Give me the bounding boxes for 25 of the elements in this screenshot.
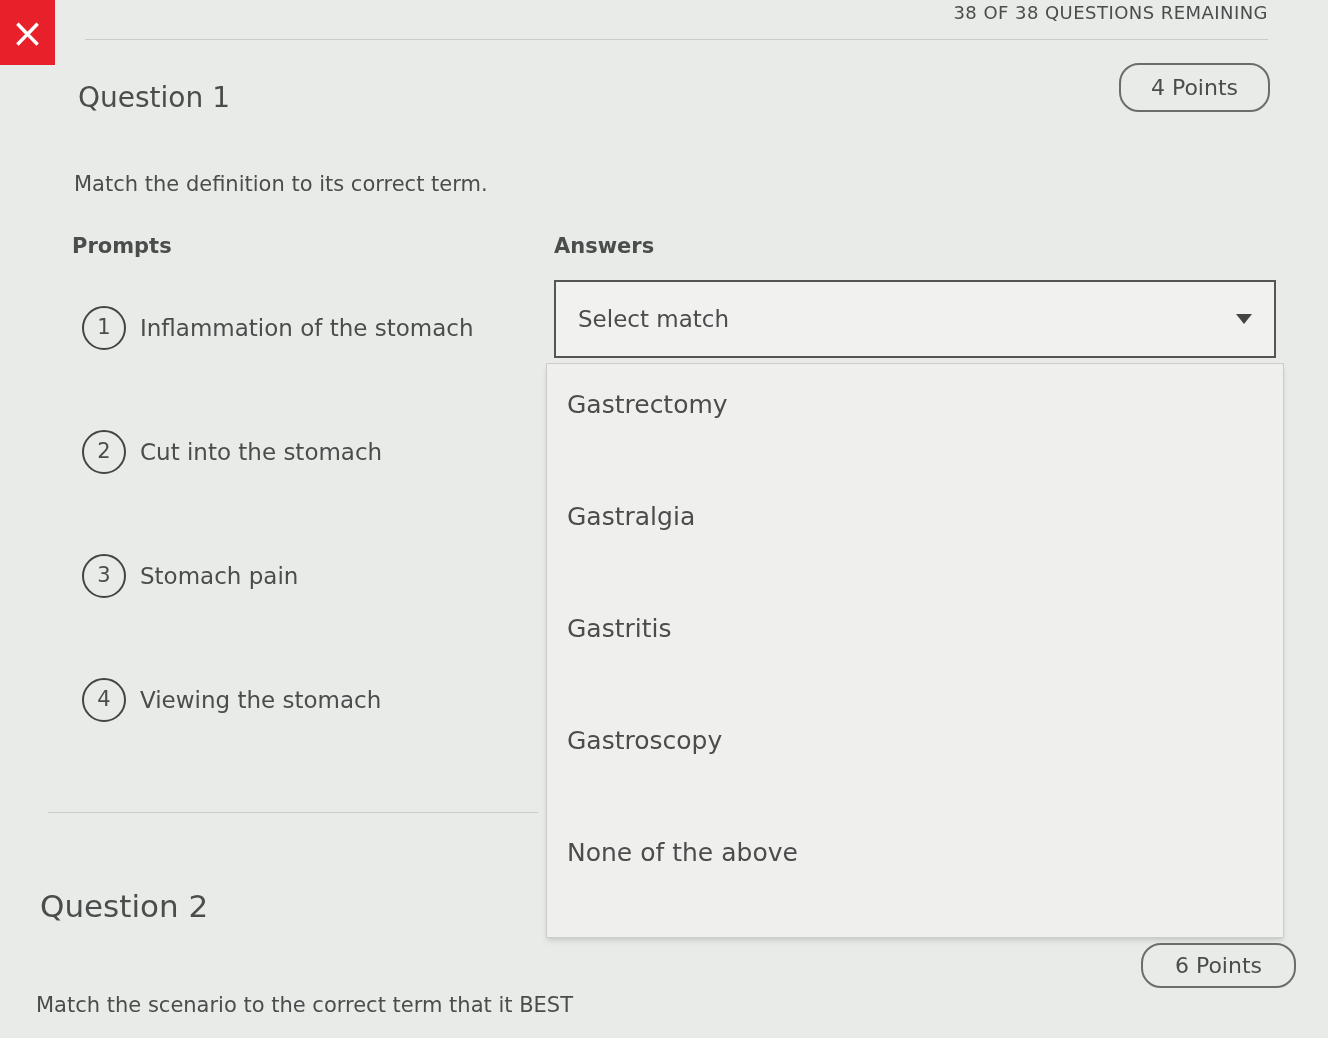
dropdown-option[interactable]: None of the above bbox=[567, 833, 798, 872]
prompt-number: 1 bbox=[82, 306, 126, 350]
questions-remaining: 38 OF 38 QUESTIONS REMAINING bbox=[953, 4, 1268, 22]
prompt-text: Cut into the stomach bbox=[140, 437, 383, 467]
answers-heading: Answers bbox=[554, 233, 655, 258]
close-button[interactable]: × bbox=[0, 0, 55, 65]
dropdown-option[interactable]: Gastrectomy bbox=[567, 385, 728, 424]
dropdown-option[interactable]: Gastritis bbox=[567, 609, 672, 648]
select-dropdown[interactable]: Select match bbox=[554, 280, 1276, 358]
prompts-heading: Prompts bbox=[72, 233, 172, 258]
points-badge: 4 Points bbox=[1118, 63, 1270, 112]
question-title: Question 2 bbox=[40, 888, 209, 924]
prompt-text: Viewing the stomach bbox=[140, 685, 382, 715]
dropdown-option[interactable]: Gastralgia bbox=[567, 497, 696, 536]
points-badge: 6 Points bbox=[1140, 942, 1296, 988]
prompt-number: 2 bbox=[82, 430, 126, 474]
prompt-number: 4 bbox=[82, 678, 126, 722]
dropdown-option[interactable]: Gastroscopy bbox=[567, 721, 723, 760]
instruction-text: Match the scenario to the correct term that it BEST bbox=[36, 992, 574, 1017]
question-title: Question 1 bbox=[78, 80, 230, 116]
instruction-text: Match the definition to its correct term. bbox=[74, 172, 488, 196]
prompt-text: Inflammation of the stomach bbox=[140, 313, 474, 343]
prompt-number: 3 bbox=[82, 554, 126, 598]
caret-icon bbox=[1236, 314, 1252, 324]
prompt-text: Stomach pain bbox=[140, 561, 299, 591]
